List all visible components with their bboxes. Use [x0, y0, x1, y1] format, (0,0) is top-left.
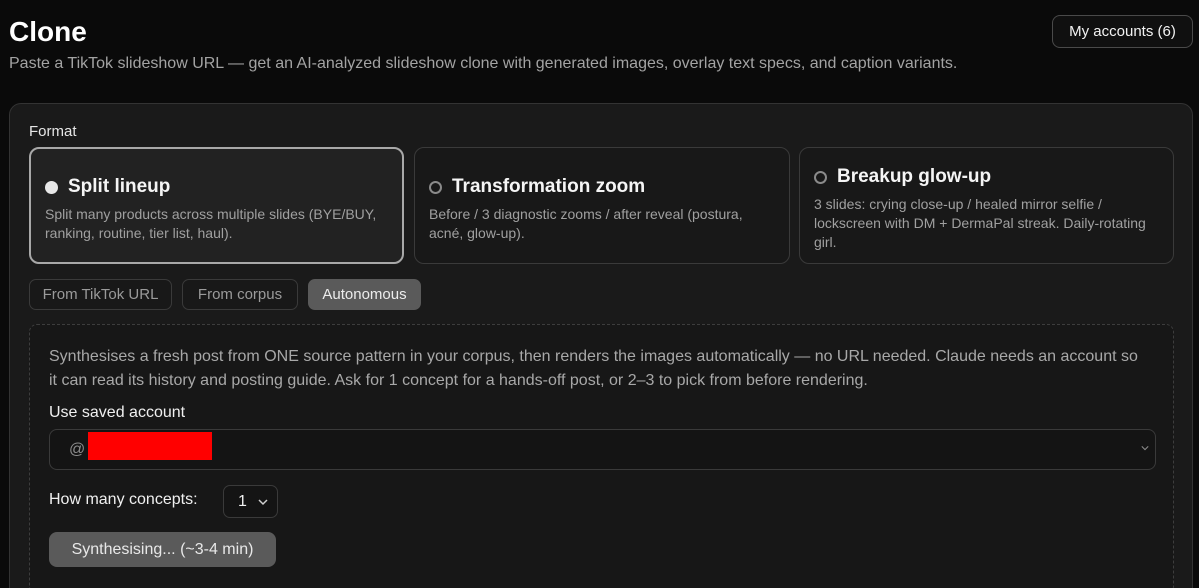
- format-card-transformation-zoom[interactable]: Transformation zoom Before / 3 diagnosti…: [414, 147, 790, 264]
- clone-panel: Format Split lineup Split many products …: [9, 103, 1193, 588]
- chevron-down-icon: [258, 499, 268, 506]
- page-subtitle: Paste a TikTok slideshow URL — get an AI…: [9, 55, 958, 72]
- concepts-count-select[interactable]: 1: [223, 485, 278, 518]
- format-label: Format: [29, 123, 77, 140]
- account-handle-prefix: @: [69, 440, 86, 458]
- concepts-count-value: 1: [238, 492, 247, 510]
- autonomous-section: Synthesises a fresh post from ONE source…: [29, 324, 1174, 588]
- saved-account-select[interactable]: @: [49, 429, 1156, 470]
- radio-selected-icon: [45, 180, 58, 194]
- tab-from-tiktok-url[interactable]: From TikTok URL: [29, 279, 172, 310]
- tab-autonomous[interactable]: Autonomous: [308, 279, 421, 310]
- radio-unselected-icon: [429, 180, 442, 194]
- format-card-breakup-glow-up[interactable]: Breakup glow-up 3 slides: crying close-u…: [799, 147, 1174, 264]
- clone-page: Clone Paste a TikTok slideshow URL — get…: [0, 0, 1199, 588]
- redacted-account-name: [88, 432, 212, 460]
- autonomous-description: Synthesises a fresh post from ONE source…: [49, 348, 1138, 389]
- concepts-count-label: How many concepts:: [49, 491, 198, 508]
- format-card-split-lineup[interactable]: Split lineup Split many products across …: [29, 147, 404, 264]
- card-title: Transformation zoom: [452, 176, 646, 197]
- synthesise-button[interactable]: Synthesising... (~3-4 min): [49, 532, 276, 567]
- card-header: Split lineup: [45, 176, 170, 198]
- radio-unselected-icon: [814, 170, 827, 184]
- card-description: Split many products across multiple slid…: [45, 206, 377, 241]
- card-title: Split lineup: [68, 176, 171, 197]
- card-header: Breakup glow-up: [814, 166, 991, 188]
- page-title: Clone: [9, 16, 87, 47]
- card-title: Breakup glow-up: [837, 166, 992, 187]
- saved-account-label: Use saved account: [49, 404, 186, 421]
- card-header: Transformation zoom: [429, 176, 645, 198]
- card-description: Before / 3 diagnostic zooms / after reve…: [429, 206, 743, 241]
- chevron-down-icon: [1141, 446, 1149, 451]
- my-accounts-button[interactable]: My accounts (6): [1052, 15, 1193, 48]
- card-description: 3 slides: crying close-up / healed mirro…: [814, 196, 1146, 250]
- tab-from-corpus[interactable]: From corpus: [182, 279, 298, 310]
